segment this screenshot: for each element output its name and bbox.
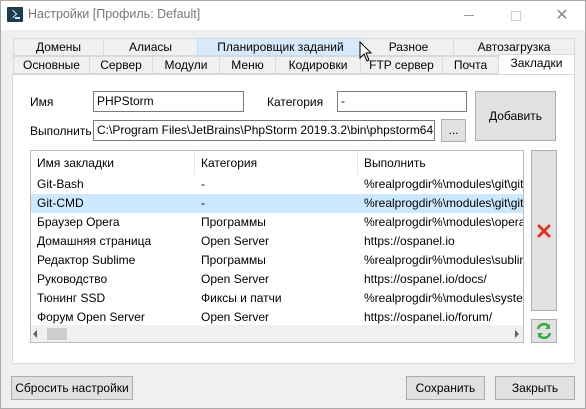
- cell-exec: https://ospanel.io/docs/: [364, 272, 487, 286]
- cell-name: Браузер Opera: [37, 215, 120, 229]
- scroll-right-icon[interactable]: [515, 330, 519, 338]
- column-header-name[interactable]: Имя закладки: [31, 151, 195, 175]
- add-button[interactable]: Добавить: [475, 91, 556, 141]
- table-row[interactable]: Тюнинг SSD Фиксы и патчи %realprogdir%\mod…: [31, 289, 523, 308]
- name-label: Имя: [30, 95, 54, 109]
- cell-exec: %realprogdir%\modules\opera\la: [364, 215, 524, 229]
- table-row[interactable]: Руководство Open Server https://ospanel.io…: [31, 270, 523, 289]
- app-icon: [7, 7, 23, 22]
- cell-name: Домашняя страница: [37, 234, 152, 248]
- cell-name: Git-CMD: [37, 196, 84, 210]
- refresh-button[interactable]: [531, 319, 557, 343]
- category-label: Категория: [267, 95, 324, 109]
- reset-settings-button[interactable]: Сбросить настройки: [11, 376, 133, 400]
- cell-category: -: [201, 196, 205, 210]
- table-header: Имя закладки Категория Выполнить: [31, 151, 523, 175]
- delete-icon: [537, 224, 551, 237]
- category-input[interactable]: -: [337, 91, 467, 112]
- exec-path-input[interactable]: C:\Program Files\JetBrains\PhpStorm 2019…: [93, 120, 435, 141]
- settings-window: Настройки [Профиль: Default] ✕ Домены Ал…: [0, 0, 586, 409]
- tab-misc[interactable]: Разное: [363, 38, 454, 56]
- tab-scheduler[interactable]: Планировщик заданий: [197, 38, 364, 56]
- tab-menu[interactable]: Меню: [219, 56, 276, 74]
- title-bar: Настройки [Профиль: Default] ✕: [1, 1, 585, 30]
- close-window-button[interactable]: ✕: [539, 1, 585, 30]
- tab-domains[interactable]: Домены: [13, 38, 104, 56]
- cell-category: -: [201, 177, 205, 191]
- table-row[interactable]: Браузер Opera Программы %realprogdir%\modu…: [31, 213, 523, 232]
- browse-button[interactable]: ...: [441, 119, 466, 142]
- close-icon: ✕: [555, 6, 569, 24]
- name-input[interactable]: PHPStorm: [93, 91, 244, 112]
- cell-category: Open Server: [201, 234, 270, 248]
- save-button[interactable]: Сохранить: [406, 376, 485, 400]
- table-row[interactable]: Домашняя страница Open Server https://ospa…: [31, 232, 523, 251]
- cell-exec: %realprogdir%\modules\system\: [364, 291, 524, 305]
- maximize-icon: [511, 10, 521, 21]
- cell-exec: https://ospanel.io: [364, 234, 455, 248]
- maximize-button[interactable]: [493, 1, 539, 30]
- delete-bookmark-button[interactable]: [531, 150, 557, 311]
- close-button[interactable]: Закрыть: [495, 376, 575, 400]
- tab-encodings[interactable]: Кодировки: [275, 56, 361, 74]
- cell-name: Тюнинг SSD: [37, 291, 106, 305]
- cell-category: Программы: [201, 215, 266, 229]
- cell-name: Git-Bash: [37, 177, 84, 191]
- exec-label: Выполнить: [30, 124, 92, 138]
- cell-category: Программы: [201, 253, 266, 267]
- window-title: Настройки [Профиль: Default]: [28, 7, 201, 21]
- tab-mail[interactable]: Почта: [442, 56, 499, 74]
- table-row[interactable]: Редактор Sublime Программы %realprogdir%\m…: [31, 251, 523, 270]
- cell-exec: %realprogdir%\modules\git\git-c: [364, 196, 524, 210]
- tab-main[interactable]: Основные: [13, 56, 90, 74]
- tab-modules[interactable]: Модули: [152, 56, 220, 74]
- minimize-button[interactable]: [446, 1, 492, 30]
- cell-category: Фиксы и патчи: [201, 291, 282, 305]
- column-header-category[interactable]: Категория: [195, 151, 358, 175]
- horizontal-scrollbar[interactable]: [31, 325, 523, 342]
- column-header-exec[interactable]: Выполнить: [358, 151, 523, 175]
- mouse-cursor-icon: [359, 41, 373, 62]
- tab-bookmarks[interactable]: Закладки: [498, 54, 575, 74]
- cell-name: Руководство: [37, 272, 108, 286]
- tab-aliases[interactable]: Алиасы: [103, 38, 198, 56]
- minimize-icon: [464, 15, 474, 16]
- tab-server[interactable]: Сервер: [89, 56, 153, 74]
- cell-category: Open Server: [201, 272, 270, 286]
- scroll-left-icon[interactable]: [33, 330, 37, 338]
- table-row[interactable]: Git-Bash - %realprogdir%\modules\git\git-b: [31, 175, 523, 194]
- cell-exec: %realprogdir%\modules\sublime\: [364, 253, 524, 267]
- cell-exec: %realprogdir%\modules\git\git-b: [364, 177, 524, 191]
- table-row[interactable]: Git-CMD - %realprogdir%\modules\git\git-c: [31, 194, 523, 213]
- refresh-icon: [536, 322, 552, 340]
- bookmarks-table: Имя закладки Категория Выполнить Git-Bas…: [30, 150, 524, 343]
- cell-name: Редактор Sublime: [37, 253, 136, 267]
- scrollbar-thumb[interactable]: [47, 328, 67, 340]
